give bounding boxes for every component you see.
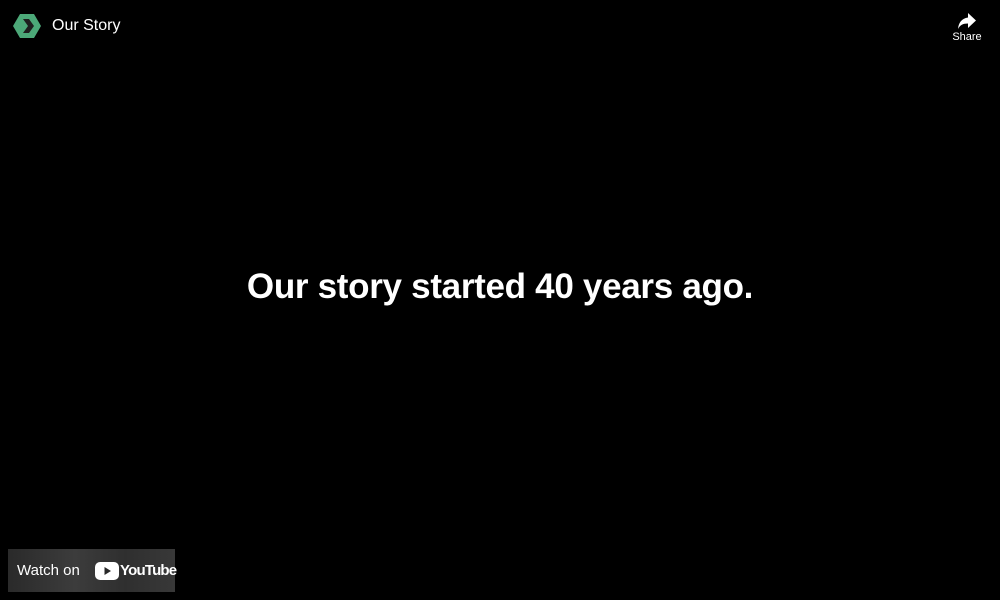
youtube-wordmark: YouTube	[120, 562, 177, 579]
video-title[interactable]: Our Story	[52, 16, 120, 36]
channel-logo[interactable]	[13, 12, 41, 40]
watch-on-label: Watch on	[17, 562, 80, 579]
chevron-hexagon-logo-icon	[13, 14, 41, 38]
video-frame-caption: Our story started 40 years ago.	[246, 267, 754, 306]
top-bar: Our Story Share	[0, 0, 1000, 52]
youtube-play-icon	[95, 562, 119, 580]
share-arrow-icon	[958, 13, 976, 29]
share-button[interactable]: Share	[946, 10, 988, 46]
youtube-logo: YouTube	[95, 562, 177, 580]
watch-on-youtube-button[interactable]: Watch on YouTube	[8, 549, 177, 592]
video-player[interactable]: Our Story Share Our story started 40 yea…	[0, 0, 1000, 600]
share-label: Share	[952, 31, 982, 43]
